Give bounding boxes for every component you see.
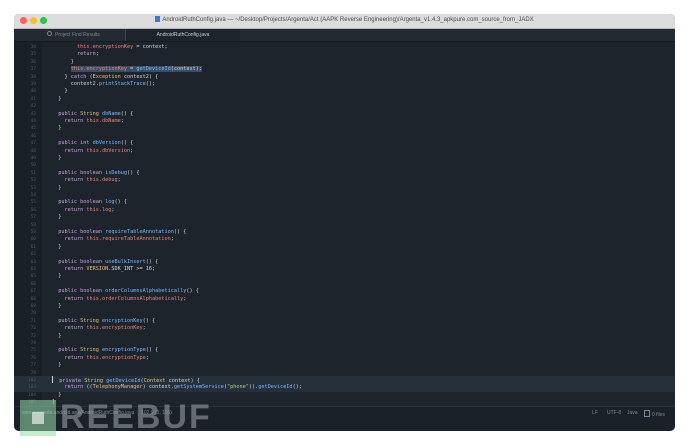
tab-label: AndroidRuthConfig.java	[156, 32, 210, 38]
tab-project-find-results[interactable]: Project Find Results	[14, 29, 125, 41]
watermark: REEBUF	[20, 398, 220, 436]
files-indicator[interactable]: 0 files	[644, 410, 665, 418]
search-icon	[47, 31, 52, 36]
window-title-container: AndroidRuthConfig.java — ~/Desktop/Proje…	[14, 16, 675, 23]
line-ending[interactable]: LF	[592, 410, 598, 416]
java-file-icon	[155, 16, 161, 22]
code-editor[interactable]: 34 this.encryptionKey = context; 35 retur…	[14, 42, 675, 406]
language-mode[interactable]: Java	[627, 410, 638, 416]
tab-bar: Project Find Results AndroidRuthConfig.j…	[14, 29, 675, 42]
file-encoding[interactable]: UTF-8	[607, 410, 621, 416]
watermark-text: REEBUF	[60, 398, 212, 436]
editor-window: AndroidRuthConfig.java — ~/Desktop/Proje…	[14, 14, 675, 431]
watermark-logo	[20, 400, 56, 436]
tab-android-ruth-config[interactable]: AndroidRuthConfig.java	[125, 29, 240, 41]
file-icon	[644, 410, 650, 417]
files-count: 0 files	[652, 412, 666, 418]
tab-label: Project Find Results	[55, 32, 100, 38]
title-bar: AndroidRuthConfig.java — ~/Desktop/Proje…	[14, 14, 675, 29]
window-title: AndroidRuthConfig.java — ~/Desktop/Proje…	[162, 17, 534, 23]
